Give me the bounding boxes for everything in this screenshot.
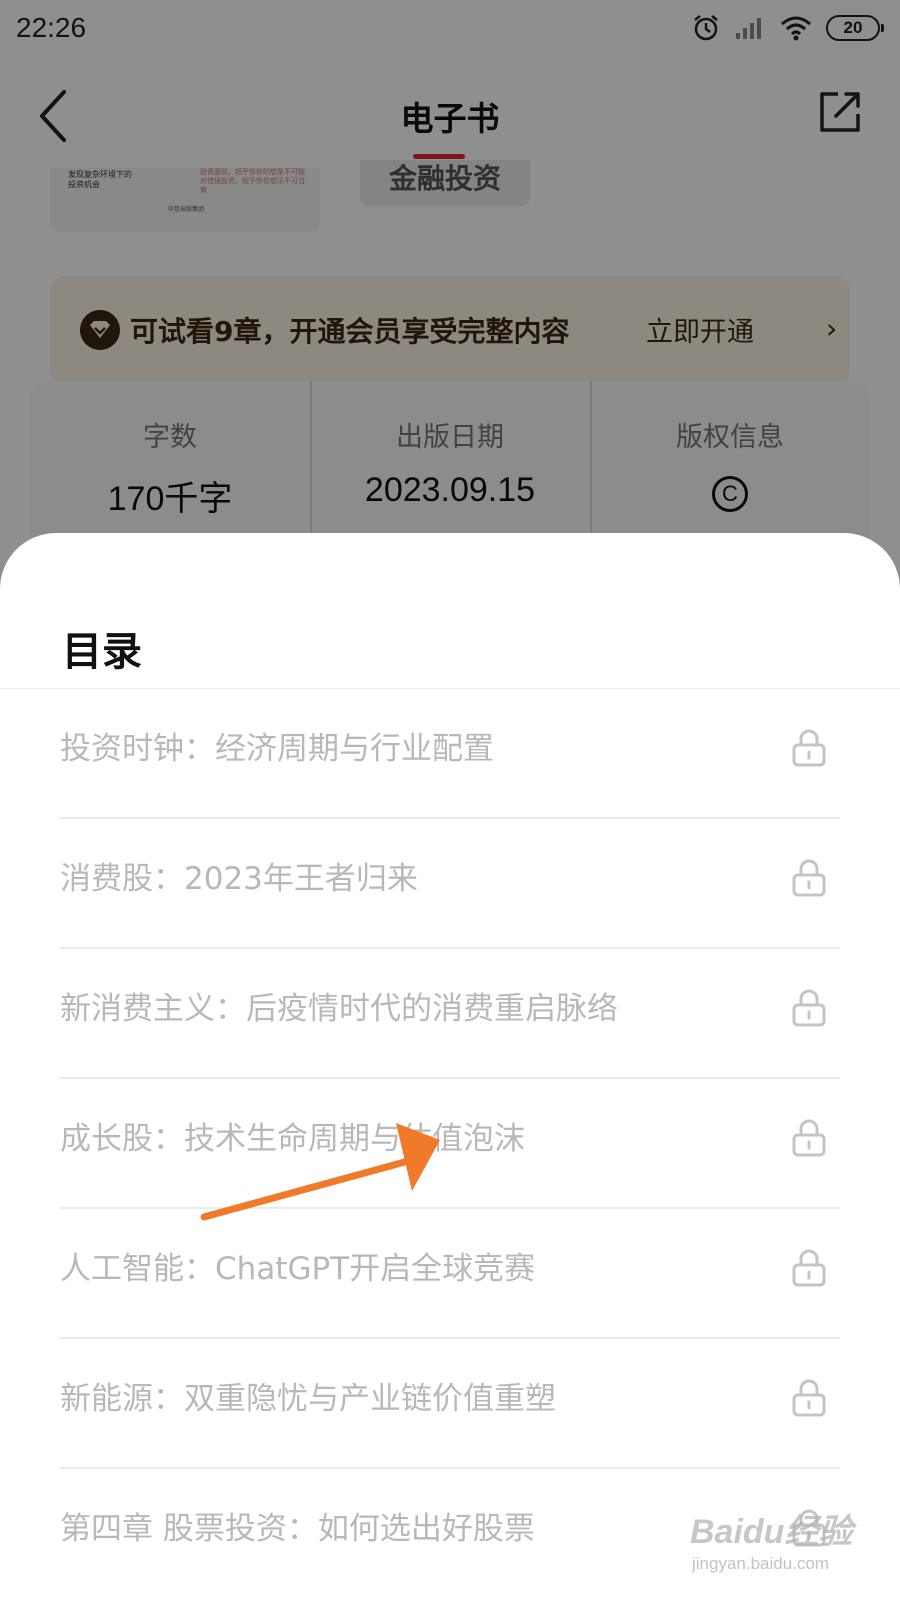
toc-item[interactable]: 成长股：技术生命周期与估值泡沫 bbox=[60, 1079, 840, 1209]
toc-bottom-sheet: 目录 投资时钟：经济周期与行业配置 消费股：2023年王者归来 新消费主义：后疫… bbox=[0, 533, 900, 1600]
toc-item[interactable]: 消费股：2023年王者归来 bbox=[60, 819, 840, 949]
lock-icon bbox=[792, 729, 826, 767]
baidu-watermark: Baidu经验 jingyan.baidu.com bbox=[690, 1496, 890, 1586]
toc-item-label: 第四章 股票投资：如何选出好股票 bbox=[60, 1511, 535, 1547]
toc-item[interactable]: 人工智能：ChatGPT开启全球竞赛 bbox=[60, 1209, 840, 1339]
lock-icon bbox=[792, 1119, 826, 1157]
toc-item-label: 新消费主义：后疫情时代的消费重启脉络 bbox=[60, 991, 618, 1027]
watermark-logo-text: Baidu经验 bbox=[690, 1513, 853, 1551]
lock-icon bbox=[792, 1249, 826, 1287]
lock-icon bbox=[792, 1379, 826, 1417]
toc-title: 目录 bbox=[62, 629, 142, 675]
toc-item-label: 人工智能：ChatGPT开启全球竞赛 bbox=[60, 1251, 536, 1287]
lock-icon bbox=[792, 859, 826, 897]
toc-item-label: 消费股：2023年王者归来 bbox=[60, 861, 418, 897]
lock-icon bbox=[792, 989, 826, 1027]
watermark-url: jingyan.baidu.com bbox=[692, 1554, 830, 1573]
toc-item-label: 成长股：技术生命周期与估值泡沫 bbox=[60, 1121, 525, 1157]
toc-item[interactable]: 投资时钟：经济周期与行业配置 bbox=[60, 689, 840, 819]
toc-item-label: 新能源：双重隐忧与产业链价值重塑 bbox=[60, 1381, 556, 1417]
toc-item[interactable]: 新消费主义：后疫情时代的消费重启脉络 bbox=[60, 949, 840, 1079]
toc-item-label: 投资时钟：经济周期与行业配置 bbox=[60, 731, 494, 767]
toc-item[interactable]: 新能源：双重隐忧与产业链价值重塑 bbox=[60, 1339, 840, 1469]
